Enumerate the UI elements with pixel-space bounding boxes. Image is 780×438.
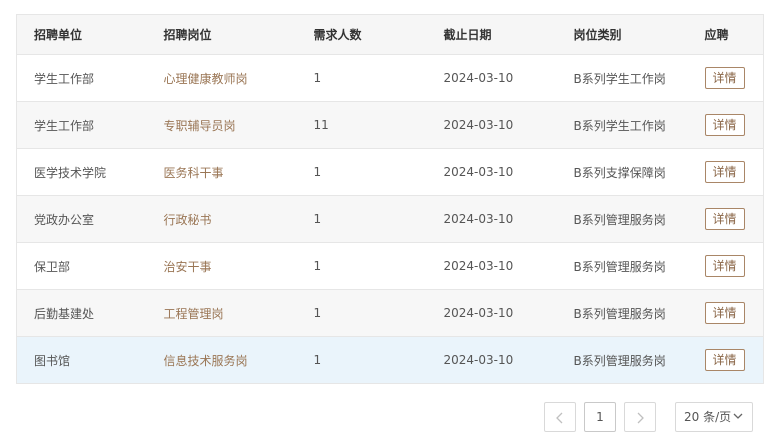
table-row: 学生工作部 心理健康教师岗 1 2024-03-10 B系列学生工作岗 详情 [16, 54, 764, 102]
cell-deadline: 2024-03-10 [443, 165, 514, 179]
header-category: 岗位类别 [556, 14, 688, 55]
cell-deadline: 2024-03-10 [443, 118, 514, 132]
header-count: 需求人数 [296, 14, 427, 55]
header-post: 招聘岗位 [146, 14, 297, 55]
table-header: 招聘单位 招聘岗位 需求人数 截止日期 岗位类别 应聘 [16, 14, 764, 55]
prev-page-button[interactable] [544, 402, 576, 432]
cell-deadline: 2024-03-10 [443, 212, 514, 226]
cell-apply: 详情 [688, 290, 764, 337]
detail-button[interactable]: 详情 [704, 161, 745, 183]
cell-count: 1 [313, 212, 322, 226]
next-page-button[interactable] [624, 402, 656, 432]
detail-button[interactable]: 详情 [704, 302, 745, 324]
table-row: 党政办公室 行政秘书 1 2024-03-10 B系列管理服务岗 详情 [16, 195, 764, 243]
page-size-select[interactable]: 20 条/页 [675, 402, 753, 432]
cell-deadline: 2024-03-10 [443, 353, 514, 367]
cell-apply: 详情 [688, 55, 764, 102]
chevron-left-icon [556, 412, 563, 423]
chevron-down-icon [733, 403, 743, 431]
cell-post-link[interactable]: 心理健康教师岗 [147, 55, 297, 102]
cell-post-link[interactable]: 工程管理岗 [147, 290, 297, 337]
cell-post-link[interactable]: 行政秘书 [147, 196, 297, 243]
cell-unit: 党政办公室 [34, 212, 95, 227]
table-row: 学生工作部 专职辅导员岗 11 2024-03-10 B系列学生工作岗 详情 [16, 101, 764, 149]
page-size-label: 20 条/页 [684, 410, 732, 424]
header-apply: 应聘 [687, 14, 764, 55]
cell-count: 1 [313, 165, 322, 179]
cell-post-link[interactable]: 信息技术服务岗 [147, 337, 297, 384]
cell-unit: 后勤基建处 [34, 306, 95, 321]
detail-button[interactable]: 详情 [704, 255, 745, 277]
cell-count: 1 [313, 71, 322, 85]
cell-post-link[interactable]: 治安干事 [147, 243, 297, 290]
cell-unit: 学生工作部 [34, 118, 95, 133]
recruitment-table-container: 招聘单位 招聘岗位 需求人数 截止日期 岗位类别 应聘 学生工作部 心理健康教师… [16, 14, 764, 384]
cell-category: B系列学生工作岗 [573, 71, 666, 86]
cell-apply: 详情 [688, 243, 764, 290]
cell-unit: 图书馆 [34, 353, 71, 368]
table-body: 学生工作部 心理健康教师岗 1 2024-03-10 B系列学生工作岗 详情 学… [16, 54, 764, 384]
pagination: 1 20 条/页 [0, 402, 780, 434]
cell-count: 1 [313, 306, 322, 320]
cell-deadline: 2024-03-10 [443, 71, 514, 85]
page-number-button[interactable]: 1 [584, 402, 616, 432]
detail-button[interactable]: 详情 [704, 67, 745, 89]
cell-category: B系列支撑保障岗 [573, 165, 666, 180]
table-row: 医学技术学院 医务科干事 1 2024-03-10 B系列支撑保障岗 详情 [16, 148, 764, 196]
cell-apply: 详情 [688, 337, 764, 384]
cell-count: 1 [313, 259, 322, 273]
cell-post-link[interactable]: 专职辅导员岗 [147, 102, 297, 149]
table-row: 图书馆 信息技术服务岗 1 2024-03-10 B系列管理服务岗 详情 [16, 336, 764, 384]
cell-category: B系列管理服务岗 [573, 212, 666, 227]
chevron-right-icon [637, 412, 644, 423]
cell-deadline: 2024-03-10 [443, 259, 514, 273]
cell-deadline: 2024-03-10 [443, 306, 514, 320]
cell-post-link[interactable]: 医务科干事 [147, 149, 297, 196]
detail-button[interactable]: 详情 [704, 208, 745, 230]
cell-unit: 学生工作部 [34, 71, 95, 86]
cell-category: B系列管理服务岗 [573, 306, 666, 321]
detail-button[interactable]: 详情 [704, 114, 745, 136]
cell-category: B系列管理服务岗 [573, 259, 666, 274]
table-header-row: 招聘单位 招聘岗位 需求人数 截止日期 岗位类别 应聘 [16, 14, 764, 55]
cell-apply: 详情 [688, 196, 764, 243]
cell-category: B系列管理服务岗 [573, 353, 666, 368]
cell-category: B系列学生工作岗 [573, 118, 666, 133]
cell-unit: 保卫部 [34, 259, 71, 274]
recruitment-table: 招聘单位 招聘岗位 需求人数 截止日期 岗位类别 应聘 学生工作部 心理健康教师… [16, 14, 764, 384]
cell-unit: 医学技术学院 [34, 165, 107, 180]
table-row: 后勤基建处 工程管理岗 1 2024-03-10 B系列管理服务岗 详情 [16, 289, 764, 337]
detail-button[interactable]: 详情 [704, 349, 745, 371]
cell-count: 11 [313, 118, 329, 132]
table-row: 保卫部 治安干事 1 2024-03-10 B系列管理服务岗 详情 [16, 242, 764, 290]
header-unit: 招聘单位 [16, 14, 147, 55]
cell-apply: 详情 [688, 102, 764, 149]
header-deadline: 截止日期 [426, 14, 557, 55]
cell-apply: 详情 [688, 149, 764, 196]
cell-count: 1 [313, 353, 322, 367]
